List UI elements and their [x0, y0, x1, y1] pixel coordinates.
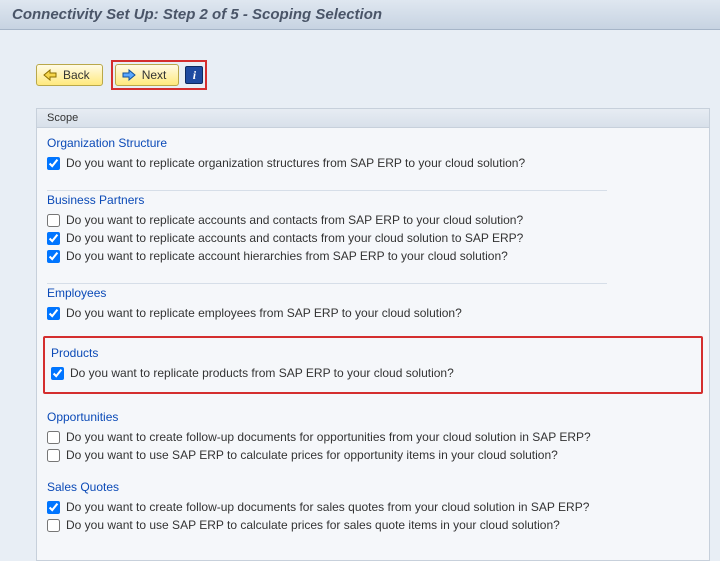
question-row: Do you want to replicate employees from … [47, 304, 699, 322]
group-title-business-partners: Business Partners [47, 191, 699, 211]
question-row: Do you want to replicate products from S… [51, 364, 695, 382]
scope-body: Organization Structure Do you want to rep… [37, 128, 709, 560]
question-checkbox[interactable] [47, 501, 60, 514]
question-label: Do you want to use SAP ERP to calculate … [66, 518, 560, 532]
question-row: Do you want to use SAP ERP to calculate … [47, 446, 699, 464]
question-row: Do you want to use SAP ERP to calculate … [47, 516, 699, 534]
question-label: Do you want to use SAP ERP to calculate … [66, 448, 558, 462]
group-employees: Employees Do you want to replicate employ… [37, 284, 709, 336]
group-title-employees: Employees [47, 284, 699, 304]
question-label: Do you want to replicate accounts and co… [66, 213, 523, 227]
question-row: Do you want to create follow-up document… [47, 428, 699, 446]
group-title-sales-quotes: Sales Quotes [47, 478, 699, 498]
back-button-label: Back [63, 68, 90, 82]
question-row: Do you want to replicate account hierarc… [47, 247, 699, 265]
group-title-opportunities: Opportunities [47, 408, 699, 428]
question-row: Do you want to replicate accounts and co… [47, 211, 699, 229]
group-sales-quotes: Sales Quotes Do you want to create follow… [37, 478, 709, 548]
question-label: Do you want to replicate account hierarc… [66, 249, 508, 263]
next-highlight: Next i [111, 60, 208, 90]
question-label: Do you want to replicate organization st… [66, 156, 525, 170]
question-checkbox[interactable] [47, 307, 60, 320]
question-checkbox[interactable] [47, 232, 60, 245]
question-label: Do you want to replicate employees from … [66, 306, 462, 320]
question-row: Do you want to replicate organization st… [47, 154, 699, 172]
page-title: Connectivity Set Up: Step 2 of 5 - Scopi… [0, 0, 720, 30]
question-checkbox[interactable] [47, 519, 60, 532]
question-checkbox[interactable] [47, 449, 60, 462]
question-checkbox[interactable] [51, 367, 64, 380]
group-title-products: Products [51, 344, 695, 364]
next-button[interactable]: Next [115, 64, 180, 86]
question-label: Do you want to replicate products from S… [70, 366, 454, 380]
arrow-right-icon [122, 69, 136, 81]
question-label: Do you want to create follow-up document… [66, 500, 589, 514]
group-products: Products Do you want to replicate product… [43, 336, 703, 394]
group-title-organization-structure: Organization Structure [47, 134, 699, 154]
question-row: Do you want to create follow-up document… [47, 498, 699, 516]
back-button[interactable]: Back [36, 64, 103, 86]
question-checkbox[interactable] [47, 214, 60, 227]
question-checkbox[interactable] [47, 250, 60, 263]
group-organization-structure: Organization Structure Do you want to rep… [37, 134, 709, 186]
group-opportunities: Opportunities Do you want to create follo… [37, 408, 709, 478]
question-checkbox[interactable] [47, 431, 60, 444]
next-button-label: Next [142, 68, 167, 82]
toolbar: Back Next i [0, 30, 720, 108]
group-business-partners: Business Partners Do you want to replicat… [37, 191, 709, 279]
question-row: Do you want to replicate accounts and co… [47, 229, 699, 247]
arrow-left-icon [43, 69, 57, 81]
question-label: Do you want to create follow-up document… [66, 430, 591, 444]
scope-panel: Scope Organization Structure Do you want … [36, 108, 710, 561]
scope-header: Scope [37, 109, 709, 128]
info-icon[interactable]: i [185, 66, 203, 84]
question-label: Do you want to replicate accounts and co… [66, 231, 523, 245]
question-checkbox[interactable] [47, 157, 60, 170]
